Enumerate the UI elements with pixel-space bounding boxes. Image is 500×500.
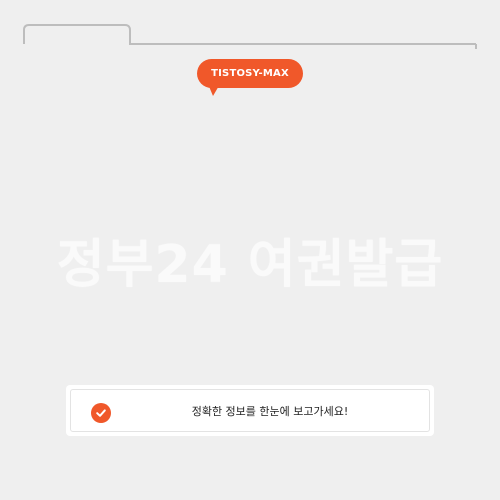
check-circle-icon <box>91 403 111 423</box>
hero-title: 정부24 여권발급 <box>56 235 444 295</box>
badge-tail <box>208 84 220 96</box>
folder-tab-frame <box>23 24 477 49</box>
notice-box: 정확한 정보를 한눈에 보고가세요! <box>66 385 434 436</box>
notice-text: 정확한 정보를 한눈에 보고가세요! <box>191 404 349 418</box>
notice-box-inner: 정확한 정보를 한눈에 보고가세요! <box>70 389 430 432</box>
brand-badge-label: TISTOSY-MAX <box>211 68 289 79</box>
